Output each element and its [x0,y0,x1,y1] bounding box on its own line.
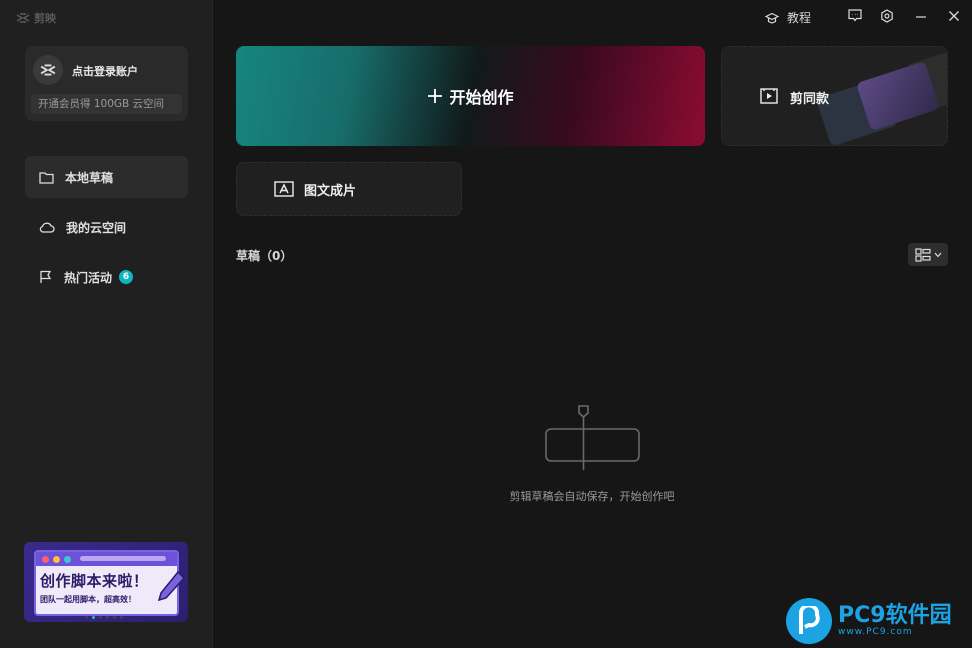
cloud-icon [39,222,55,233]
template-video-icon [760,88,778,104]
empty-drafts-illustration [545,405,640,470]
drafts-title: 草稿（0） [236,249,293,263]
sidebar-item-local-drafts[interactable]: 本地草稿 [25,156,188,198]
template-card[interactable]: 剪同款 [721,46,948,146]
promo-banner[interactable]: 创作脚本来啦！ 团队一起用脚本，超高效！ [24,542,188,622]
close-button[interactable] [948,9,960,23]
vip-promo[interactable]: 开通会员得 100GB 云空间 [31,94,182,114]
sidebar-item-label: 本地草稿 [65,170,114,185]
flag-icon [40,270,52,283]
account-card[interactable]: 点击登录账户 开通会员得 100GB 云空间 [25,46,188,121]
gear-icon [881,9,893,23]
app-name: 剪映 [34,12,56,25]
feedback-icon [848,9,862,22]
tutorial-label: 教程 [787,11,812,25]
app-logo: 剪映 [16,10,56,26]
banner-pager[interactable] [85,616,123,619]
pencil-icon [157,570,186,602]
capcut-avatar-icon [40,64,56,76]
start-creation-button[interactable]: 开始创作 [236,46,705,146]
sidebar: 剪映 点击登录账户 开通会员得 100GB 云空间 本地草稿 我的云空间 热门活… [0,0,213,648]
sidebar-item-label: 热门活动 [64,270,113,285]
graduation-cap-icon [765,12,779,24]
watermark: PC9软件园 www.PC9.com [786,598,952,644]
minimize-button[interactable] [915,9,927,23]
capcut-logo-icon [16,13,30,23]
empty-drafts-message: 剪辑草稿会自动保存，开始创作吧 [509,490,675,503]
template-label: 剪同款 [790,92,830,107]
view-mode-dropdown[interactable] [908,243,948,266]
tutorial-button[interactable]: 教程 [765,9,811,26]
minimize-icon [916,16,926,18]
image-text-to-video-button[interactable]: 图文成片 [236,162,462,216]
sidebar-item-label: 我的云空间 [66,220,127,235]
sidebar-item-cloud-space[interactable]: 我的云空间 [25,206,188,248]
banner-title: 创作脚本来啦！ [40,572,149,590]
settings-button[interactable] [880,9,894,23]
image-text-label: 图文成片 [304,183,357,199]
close-icon [949,11,959,21]
avatar[interactable] [33,55,63,85]
grid-view-icon [914,247,931,262]
plus-icon [428,89,443,103]
chevron-down-icon [934,252,941,257]
start-creation-label: 开始创作 [449,88,514,107]
pc9-logo-icon [786,598,832,644]
notification-badge: 6 [119,270,134,284]
sidebar-item-hot-events[interactable]: 热门活动 6 [25,256,188,298]
login-link[interactable]: 点击登录账户 [72,63,138,79]
watermark-brand: PC9软件园 [838,603,952,628]
banner-subtitle: 团队一起用脚本，超高效！ [40,595,136,604]
folder-icon [39,171,54,184]
text-image-icon [274,181,294,197]
feedback-button[interactable] [848,9,862,22]
watermark-url: www.PC9.com [838,627,913,637]
